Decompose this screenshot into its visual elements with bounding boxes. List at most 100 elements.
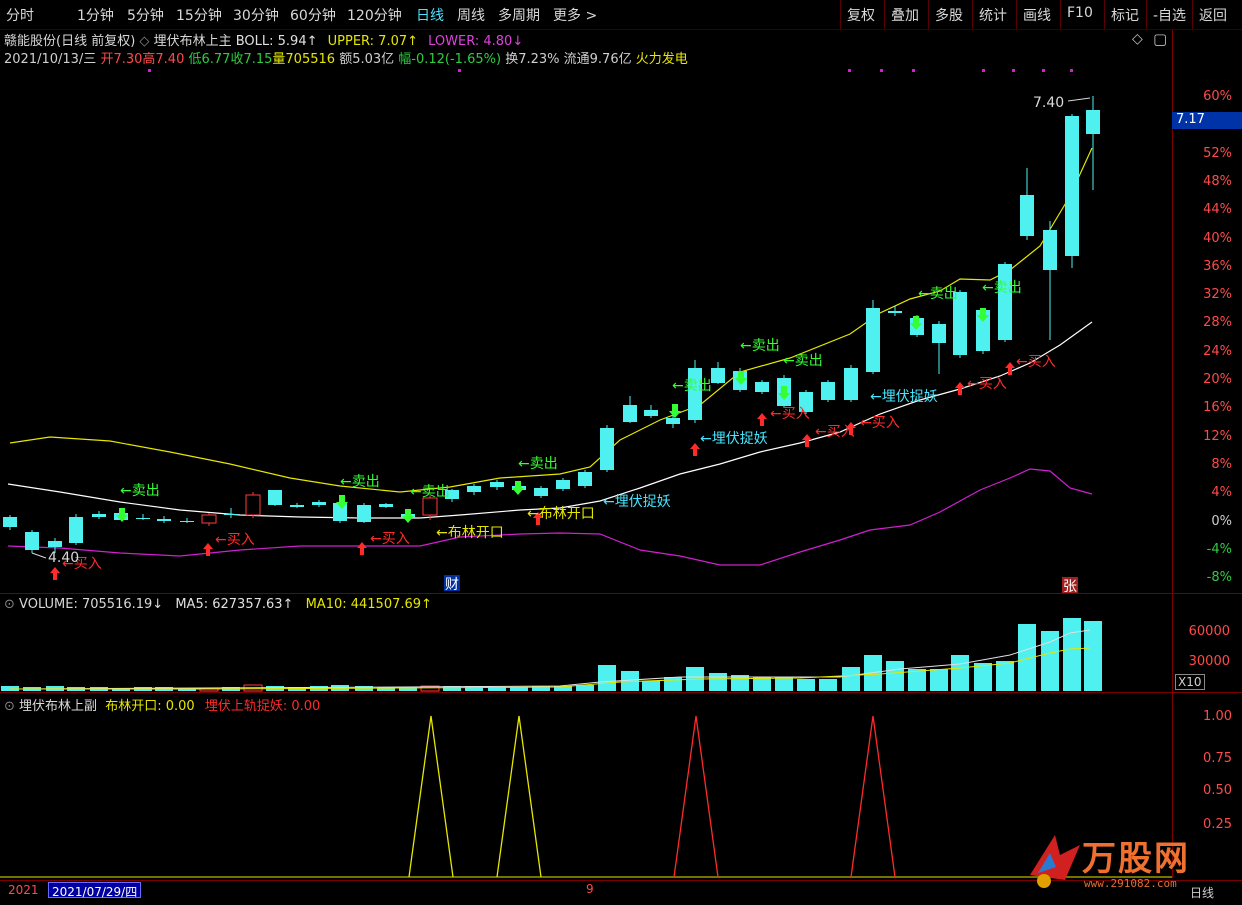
tab-60min[interactable]: 60分钟 [290,5,336,25]
panel-divider-1 [0,593,1242,594]
diamond-icon[interactable]: ◇ [1132,31,1143,47]
tab-30min[interactable]: 30分钟 [233,5,279,25]
candle-body [866,308,880,372]
sell-label: ←卖出 [120,483,160,499]
tab-daily[interactable]: 日线 [416,5,444,25]
candle-body [623,405,637,422]
price-axis-label: 4% [1211,485,1232,501]
buy-arrow-icon [955,382,965,395]
candle-body [25,532,39,550]
signal-spike [673,715,719,878]
buy-label: ←买入 [770,406,810,422]
candle-body [666,418,680,424]
tab-timeshare[interactable]: 分时 [6,5,34,25]
logo-emblem-icon [1030,835,1080,888]
price-axis-label: 32% [1203,287,1232,303]
kline-chart[interactable]: ←卖出←卖出←卖出←卖出←卖出←卖出←卖出←卖出 ←卖出←买入 ←买入←买入←买入←… [0,60,1172,593]
signal-spike [496,715,542,878]
signal-dot [982,69,985,72]
volume-ma10-line [10,647,1091,690]
mark-button[interactable]: 标记 [1104,0,1145,29]
candle-body [290,505,304,507]
candle-body [688,368,702,420]
volume-bar [996,661,1014,691]
low-price-marker: 4.40 [48,550,79,566]
stock-title[interactable]: 赣能股份(日线 前复权) [4,34,135,49]
candle-body [998,264,1012,340]
volume-bar [951,655,969,691]
candle-body [1086,110,1100,134]
price-axis-label: 8% [1211,456,1232,472]
site-logo: 万股网 www.291082.com [1020,825,1242,895]
signal-chart[interactable] [0,700,1172,880]
candle-body [92,514,106,517]
volume-bar [753,677,771,691]
tab-weekly[interactable]: 周线 [457,5,485,25]
tab-5min[interactable]: 5分钟 [127,5,164,25]
f10-button[interactable]: F10 [1060,0,1099,29]
buy-arrow-icon [690,443,700,456]
volume-chart[interactable] [0,615,1172,692]
main-indicator-name[interactable]: 埋伏布林上主 [154,34,232,49]
cursor-date: 2021/07/29/四 [48,882,142,899]
volume-bar [1041,631,1059,691]
signal-dot [148,69,151,72]
signal-dot [880,69,883,72]
upper-value: UPPER: 7.07↑ [327,34,419,49]
overlay-button[interactable]: 叠加 [884,0,925,29]
window-icon[interactable]: ▢ [1153,30,1167,48]
buy-arrow-icon [357,542,367,555]
price-axis-label: 16% [1203,400,1232,416]
volume-bar [886,661,904,691]
high-marker-pointer [1067,97,1091,102]
watchlist-button[interactable]: -自选 [1146,0,1192,29]
price-axis-label: 28% [1203,315,1232,331]
volume-ma5-line [9,629,1091,690]
sell-arrow-icon [402,509,414,523]
signal-spike [850,715,896,878]
buy-label: ←买入 [967,376,1007,392]
back-button[interactable]: 返回 [1192,0,1233,29]
volume-bar [842,667,860,691]
volume-bar [598,665,616,691]
panel-divider-2 [0,692,1242,693]
draw-line-button[interactable]: 画线 [1016,0,1057,29]
logo-url: www.291082.com [1084,877,1177,890]
finance-badge: 财 [445,577,459,593]
boll-upper-line [9,147,1093,493]
price-axis-label: 24% [1203,343,1232,359]
lower-value: LOWER: 4.80↓ [428,34,524,49]
sell-label: ←卖出 [340,474,380,490]
sell-label: ←卖出 [410,484,450,500]
multi-stock-button[interactable]: 多股 [928,0,969,29]
candle-body [578,472,592,486]
candle-body [180,521,194,522]
candle-body [48,541,62,547]
candle-body [245,494,261,516]
price-axis-label: 48% [1203,173,1232,189]
tab-multi-period[interactable]: 多周期 [498,5,540,25]
candle-body [157,519,171,521]
panel-toggle-icon[interactable]: ⊙ [4,597,15,612]
statistics-button[interactable]: 统计 [972,0,1013,29]
buy-arrow-icon [50,567,60,580]
tab-1min[interactable]: 1分钟 [77,5,114,25]
volume-bar [930,669,948,691]
tab-15min[interactable]: 15分钟 [176,5,222,25]
volume-unit: X10 [1175,674,1205,690]
year-label: 2021 [8,883,39,897]
candle-body [422,497,438,516]
ambush-label: ←埋伏捉妖 [870,389,938,405]
restore-rights-button[interactable]: 复权 [840,0,881,29]
candle-body [1065,116,1079,256]
price-axis-label: 40% [1203,230,1232,246]
sell-arrow-icon [512,481,524,495]
candle-body [1043,230,1057,270]
candle-body [379,504,393,507]
buy-label: ←买入 [370,531,410,547]
volume-axis-high: 60000 [1188,624,1230,639]
tab-120min[interactable]: 120分钟 [347,5,402,25]
price-axis-label: 0% [1211,513,1232,529]
sub-axis-075: 0.75 [1203,751,1232,766]
tab-more[interactable]: 更多 > [553,5,597,25]
